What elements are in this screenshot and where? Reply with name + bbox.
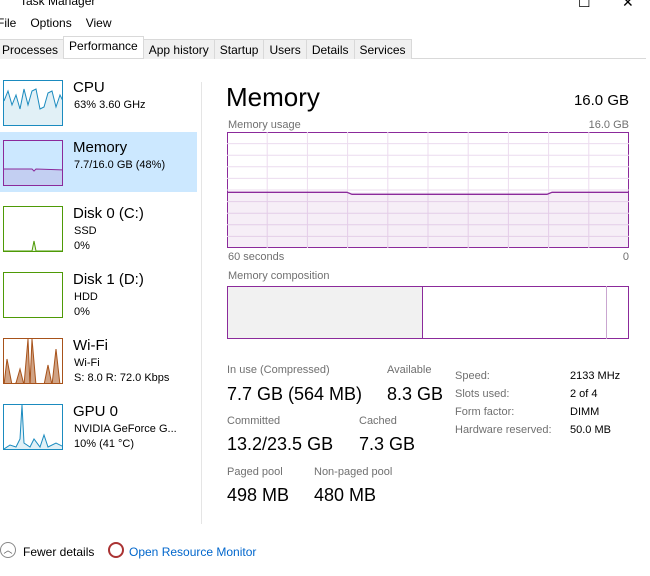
paged-label: Paged pool	[227, 466, 283, 478]
prop-label: Slots used:	[455, 388, 510, 400]
nonpaged-label: Non-paged pool	[314, 466, 393, 478]
sidebar-item-sub: HDD	[74, 291, 98, 303]
menu-options[interactable]: Options	[30, 16, 71, 30]
sidebar-item-name: Wi-Fi	[73, 337, 108, 354]
sidebar-graph	[3, 80, 63, 126]
prop-label: Hardware reserved:	[455, 424, 552, 436]
sidebar-item-disk-0-c[interactable]: Disk 0 (C:) SSD 0%	[0, 198, 197, 258]
composition-label: Memory composition	[228, 270, 330, 282]
sidebar-graph	[3, 206, 63, 252]
prop-label: Form factor:	[455, 406, 515, 418]
fewer-details-button[interactable]: Fewer details	[23, 545, 94, 559]
in-use-label: In use (Compressed)	[227, 364, 330, 376]
sidebar-item-detail: 0%	[74, 240, 90, 252]
tab-details[interactable]: Details	[305, 39, 355, 59]
tab-app-history[interactable]: App history	[142, 39, 215, 59]
tab-users[interactable]: Users	[263, 39, 307, 59]
resource-monitor-icon	[108, 542, 124, 558]
sidebar-item-sub: SSD	[74, 225, 97, 237]
cached-value: 7.3 GB	[359, 434, 416, 454]
available-label: Available	[387, 364, 432, 376]
divider	[201, 82, 202, 524]
memory-composition-bar	[227, 286, 629, 339]
prop-value: 2 of 4	[570, 388, 598, 400]
sidebar-item-detail: 0%	[74, 306, 90, 318]
open-resource-monitor-link[interactable]: Open Resource Monitor	[129, 545, 256, 559]
tab-bar: Processes Performance App history Startup Us…	[0, 36, 646, 59]
total-memory: 16.0 GB	[573, 92, 629, 109]
sidebar-item-name: Disk 1 (D:)	[73, 271, 144, 288]
sidebar-graph	[3, 140, 63, 186]
usage-label: Memory usage	[228, 119, 301, 131]
prop-value: 50.0 MB	[570, 424, 611, 436]
sidebar-graph	[3, 338, 63, 384]
sidebar-item-detail: S: 8.0 R: 72.0 Kbps	[74, 372, 170, 384]
time-left: 60 seconds	[228, 251, 285, 263]
tab-performance[interactable]: Performance	[63, 36, 144, 58]
page-title: Memory	[226, 82, 320, 112]
prop-label: Speed:	[455, 370, 490, 382]
committed-value: 13.2/23.5 GB	[227, 434, 334, 454]
usage-max: 16.0 GB	[588, 119, 629, 131]
sidebar-item-detail: 10% (41 °C)	[74, 438, 135, 450]
available-value: 8.3 GB	[387, 384, 444, 404]
sidebar-item-gpu-0[interactable]: GPU 0 NVIDIA GeForce G... 10% (41 °C)	[0, 396, 197, 456]
maximize-icon[interactable]: ☐	[578, 0, 591, 11]
sidebar-item-disk-1-d[interactable]: Disk 1 (D:) HDD 0%	[0, 264, 197, 324]
prop-value: 2133 MHz	[570, 370, 621, 382]
time-right: 0	[622, 251, 629, 263]
sidebar-graph	[3, 404, 63, 450]
sidebar-item-cpu[interactable]: CPU 63% 3.60 GHz	[0, 72, 197, 132]
sidebar-item-name: Disk 0 (C:)	[73, 205, 144, 222]
sidebar-item-name: CPU	[73, 79, 105, 96]
paged-value: 498 MB	[227, 485, 290, 505]
tab-processes[interactable]: Processes	[0, 39, 65, 59]
sidebar-item-sub: 63% 3.60 GHz	[74, 99, 146, 111]
committed-label: Committed	[227, 415, 281, 427]
in-use-value: 7.7 GB (564 MB)	[227, 384, 363, 404]
prop-value: DIMM	[570, 406, 600, 418]
tab-services[interactable]: Services	[353, 39, 412, 59]
sidebar-item-wi-fi[interactable]: Wi-Fi Wi-Fi S: 8.0 R: 72.0 Kbps	[0, 330, 197, 390]
sidebar-item-name: GPU 0	[73, 403, 119, 420]
sidebar-item-name: Memory	[73, 139, 128, 156]
chevron-up-icon[interactable]: ︿	[0, 542, 16, 558]
memory-usage-graph	[227, 132, 629, 248]
in-use-segment	[228, 287, 422, 338]
usage-fill	[228, 192, 628, 247]
sidebar-item-sub: NVIDIA GeForce G...	[74, 423, 177, 435]
window-title: Task Manager	[20, 0, 96, 8]
tab-startup[interactable]: Startup	[213, 39, 265, 59]
close-icon[interactable]: ✕	[622, 0, 634, 11]
nonpaged-value: 480 MB	[314, 485, 377, 505]
cached-label: Cached	[359, 415, 397, 427]
sidebar-graph	[3, 272, 63, 318]
menu-file[interactable]: File	[0, 16, 16, 30]
menu-view[interactable]: View	[86, 16, 112, 30]
sidebar-item-sub: 7.7/16.0 GB (48%)	[74, 159, 166, 171]
sidebar-item-sub: Wi-Fi	[74, 357, 100, 369]
sidebar-item-memory[interactable]: Memory 7.7/16.0 GB (48%)	[0, 132, 197, 192]
